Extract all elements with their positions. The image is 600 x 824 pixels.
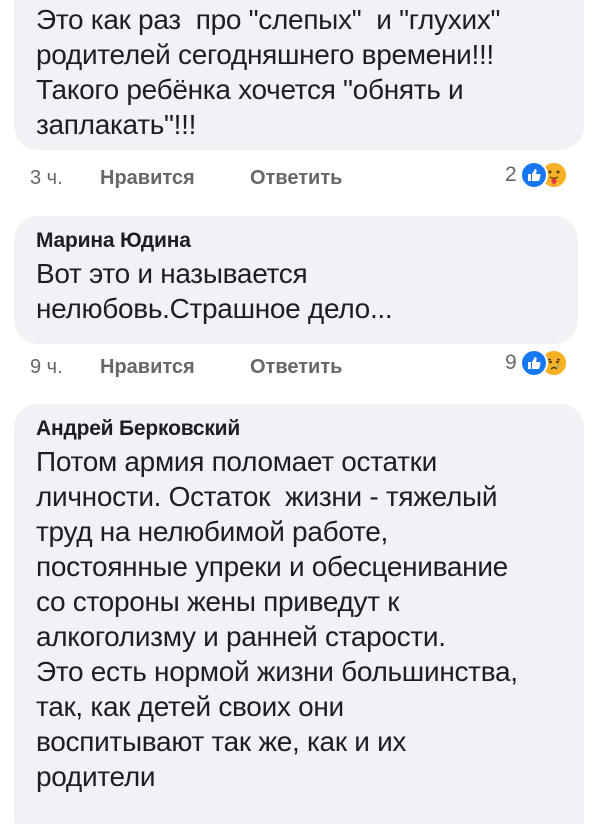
comments-thread: Это как раз про "слепых" и "глухих" роди…	[0, 0, 600, 824]
comment-bubble: Это как раз про "слепых" и "глухих" роди…	[14, 0, 584, 150]
comment-timestamp[interactable]: 3 ч.	[30, 167, 100, 190]
reply-button[interactable]: Ответить	[250, 356, 342, 379]
like-icon	[519, 161, 548, 189]
reaction-count: 2	[505, 163, 517, 186]
comment-bubble: Андрей Берковский Потом армия поломает о…	[14, 404, 584, 824]
comment-actions: 9 ч. Нравится Ответить	[30, 352, 342, 382]
like-icon	[519, 349, 548, 377]
comment-timestamp[interactable]: 9 ч.	[30, 356, 100, 379]
comment-text: Это как раз про "слепых" и "глухих" роди…	[36, 4, 501, 140]
comment-author[interactable]: Андрей Берковский	[36, 414, 562, 444]
like-button[interactable]: Нравится	[100, 167, 250, 190]
reply-button[interactable]: Ответить	[250, 167, 342, 190]
like-button[interactable]: Нравится	[100, 356, 250, 379]
comment-actions: 3 ч. Нравится Ответить	[30, 163, 342, 193]
reaction-count: 9	[505, 351, 517, 374]
comment-text: Потом армия поломает остатки личности. О…	[36, 446, 518, 792]
reaction-summary[interactable]: 9	[505, 348, 568, 378]
comment-author[interactable]: Марина Юдина	[36, 226, 556, 256]
reaction-summary[interactable]: 2	[505, 160, 568, 190]
comment-text: Вот это и называется нелюбовь.Страшное д…	[36, 258, 393, 324]
comment-bubble: Марина Юдина Вот это и называется нелюбо…	[14, 216, 578, 344]
